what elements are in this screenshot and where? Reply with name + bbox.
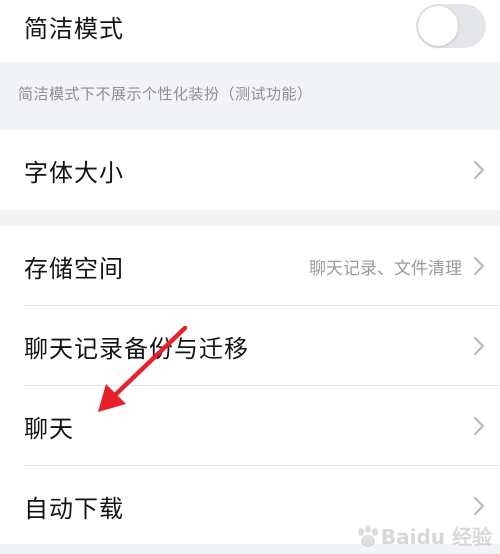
font-size-label: 字体大小	[24, 158, 124, 187]
simple-mode-card: 简洁模式	[0, 0, 500, 62]
chat-label: 聊天	[24, 414, 74, 443]
storage-label: 存储空间	[24, 254, 124, 283]
chevron-right-icon	[472, 159, 486, 181]
storage-value: 聊天记录、文件清理	[309, 258, 462, 279]
storage-row[interactable]: 存储空间 聊天记录、文件清理	[0, 226, 500, 306]
chat-backup-label: 聊天记录备份与迁移	[24, 334, 249, 363]
baidu-watermark: Baidu 经验	[355, 521, 492, 550]
chevron-right-icon	[472, 255, 486, 277]
simple-mode-toggle[interactable]	[416, 4, 486, 48]
simple-mode-note: 简洁模式下不展示个性化装扮（测试功能）	[18, 84, 313, 103]
auto-download-label: 自动下载	[24, 494, 124, 523]
simple-mode-label: 简洁模式	[24, 14, 124, 43]
watermark-text: Baidu 经验	[380, 525, 492, 549]
toggle-knob	[418, 6, 458, 46]
chevron-right-icon	[472, 495, 486, 517]
font-size-card: 字体大小	[0, 130, 500, 210]
settings-card: 存储空间 聊天记录、文件清理 聊天记录备份与迁移 聊天 自动下载	[0, 226, 500, 544]
simple-mode-row[interactable]: 简洁模式	[0, 0, 500, 62]
chevron-right-icon	[472, 335, 486, 357]
font-size-row[interactable]: 字体大小	[0, 130, 500, 210]
paw-icon	[357, 524, 378, 547]
chevron-right-icon	[472, 415, 486, 437]
chat-row[interactable]: 聊天	[0, 386, 500, 466]
chat-backup-row[interactable]: 聊天记录备份与迁移	[0, 306, 500, 386]
settings-page: 简洁模式 简洁模式下不展示个性化装扮（测试功能） 字体大小 存储空间 聊天记录、…	[0, 0, 500, 554]
